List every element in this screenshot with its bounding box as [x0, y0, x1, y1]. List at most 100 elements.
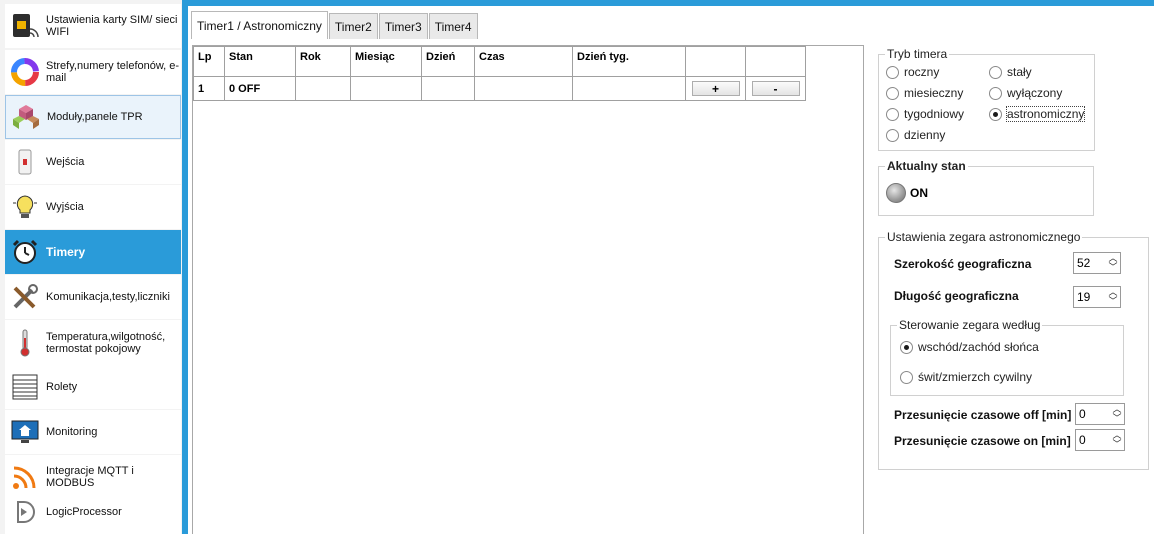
sidebar-item-label: Wejścia	[46, 156, 85, 168]
sidebar-item-monitoring[interactable]: Monitoring	[5, 410, 181, 454]
sidebar-item-logicprocessor[interactable]: LogicProcessor	[5, 490, 181, 534]
sidebar-item-label: Rolety	[46, 381, 78, 393]
radio-tygodniowy[interactable]: tygodniowy	[886, 107, 964, 121]
status-led-icon	[886, 183, 906, 203]
sidebar-item-temperature[interactable]: Temperatura,wilgotność, termostat pokojo…	[5, 320, 181, 366]
sidebar-item-label: Moduły,panele TPR	[47, 111, 143, 123]
latitude-label: Szerokość geograficzna	[894, 257, 1032, 271]
offset-off-spinner[interactable]: 0 ︿ ﹀	[1075, 403, 1125, 425]
longitude-value: 19	[1077, 290, 1091, 304]
tab-timer2[interactable]: Timer2	[328, 13, 378, 39]
remove-row-button[interactable]: -	[751, 81, 800, 96]
cell-stan[interactable]: 0 OFF	[224, 76, 296, 101]
cell-miesiac[interactable]	[350, 76, 422, 101]
spinner-arrows-icon[interactable]: ︿ ﹀	[1110, 430, 1124, 450]
radio-label: stały	[1007, 65, 1032, 79]
sidebar-item-label: Wyjścia	[46, 201, 84, 213]
state-value: ON	[910, 186, 928, 200]
timer-mode-group: Tryb timera roczny stały miesieczny wyłą…	[878, 47, 1095, 151]
alarm-clock-icon	[12, 239, 38, 264]
radio-astronomiczny[interactable]: astronomiczny	[989, 106, 1086, 122]
timer-tabs: Timer1 / Astronomiczny Timer2 Timer3 Tim…	[191, 11, 479, 39]
sidebar-item-blinds[interactable]: Rolety	[5, 365, 181, 409]
tools-icon	[13, 284, 38, 309]
tab-timer1[interactable]: Timer1 / Astronomiczny	[191, 11, 328, 39]
tab-timer3[interactable]: Timer3	[378, 13, 428, 39]
radio-dot	[989, 86, 1002, 100]
radio-dot	[900, 370, 913, 384]
offset-on-value: 0	[1079, 433, 1086, 447]
spinner-arrows-icon[interactable]: ︿ ﹀	[1106, 287, 1120, 307]
monitor-icon	[11, 420, 39, 443]
tab-timer4[interactable]: Timer4	[428, 13, 478, 39]
sidebar-item-inputs[interactable]: Wejścia	[5, 140, 181, 184]
sidebar-item-communication[interactable]: Komunikacja,testy,liczniki	[5, 275, 181, 319]
sidebar-item-label: Strefy,numery telefonów, e-mail	[46, 60, 180, 84]
sidebar-item-timers[interactable]: Timery	[5, 230, 181, 274]
cell-dzien-tyg[interactable]	[572, 76, 686, 101]
radio-label: świt/zmierzch cywilny	[918, 370, 1033, 384]
radio-roczny[interactable]: roczny	[886, 65, 939, 79]
sidebar-item-modules[interactable]: Moduły,panele TPR	[5, 95, 181, 139]
radio-dot	[886, 86, 899, 100]
table-header-row: Lp Stan Rok Miesiąc Dzień Czas Dzień tyg…	[193, 46, 806, 77]
radio-staly[interactable]: stały	[989, 65, 1032, 79]
radio-dot	[989, 107, 1002, 121]
longitude-label: Długość geograficzna	[894, 289, 1019, 303]
control-mode-title: Sterowanie zegara według	[897, 318, 1043, 332]
state-indicator: ON	[886, 183, 928, 203]
radio-wylaczony[interactable]: wyłączony	[989, 86, 1062, 100]
radio-civil-twilight[interactable]: świt/zmierzch cywilny	[900, 370, 1032, 384]
current-state-group: Aktualny stan ON	[878, 159, 1094, 216]
col-add	[685, 46, 746, 77]
radio-label: roczny	[904, 65, 940, 79]
radio-dzienny[interactable]: dzienny	[886, 128, 945, 142]
sidebar-item-zones[interactable]: Strefy,numery telefonów, e-mail	[5, 50, 181, 94]
sim-wifi-icon	[13, 14, 39, 38]
modules-icon	[13, 105, 39, 129]
sidebar-item-label: Temperatura,wilgotność, termostat pokojo…	[46, 331, 166, 355]
col-czas: Czas	[474, 46, 573, 77]
latitude-spinner[interactable]: 52 ︿ ﹀	[1073, 252, 1121, 274]
sidebar: Ustawienia karty SIM/ sieci WIFI Strefy,…	[0, 0, 182, 534]
latitude-value: 52	[1077, 256, 1091, 270]
cell-czas[interactable]	[474, 76, 573, 101]
radio-miesieczny[interactable]: miesieczny	[886, 86, 963, 100]
spinner-arrows-icon[interactable]: ︿ ﹀	[1110, 404, 1124, 424]
astro-settings-group: Ustawienia zegara astronomicznego Szerok…	[878, 230, 1149, 470]
col-lp: Lp	[193, 46, 225, 77]
radio-dot	[886, 107, 899, 121]
timer-table: Lp Stan Rok Miesiąc Dzień Czas Dzień tyg…	[193, 46, 806, 101]
col-dzien: Dzień	[421, 46, 475, 77]
input-sensor-icon	[18, 149, 32, 175]
cell-add: +	[685, 76, 746, 101]
radio-label: astronomiczny	[1005, 106, 1086, 122]
add-row-button[interactable]: +	[691, 81, 740, 96]
sidebar-item-label: Monitoring	[46, 426, 98, 438]
spinner-arrows-icon[interactable]: ︿ ﹀	[1106, 253, 1120, 273]
radio-label: wyłączony	[1007, 86, 1063, 100]
current-state-title: Aktualny stan	[885, 159, 968, 173]
radio-dot	[989, 65, 1002, 79]
offset-off-label: Przesunięcie czasowe off [min]	[894, 408, 1072, 422]
sidebar-item-outputs[interactable]: Wyjścia	[5, 185, 181, 229]
cell-rok[interactable]	[295, 76, 351, 101]
cell-remove: -	[745, 76, 806, 101]
lightbulb-icon	[13, 195, 37, 218]
col-stan: Stan	[224, 46, 296, 77]
zones-icon	[11, 58, 39, 86]
longitude-spinner[interactable]: 19 ︿ ﹀	[1073, 286, 1121, 308]
sidebar-item-label: Ustawienia karty SIM/ sieci WIFI	[46, 14, 178, 38]
timer-table-panel: Lp Stan Rok Miesiąc Dzień Czas Dzień tyg…	[192, 45, 864, 534]
radio-sunrise-sunset[interactable]: wschód/zachód słońca	[900, 340, 1039, 354]
radio-label: dzienny	[904, 128, 946, 142]
sidebar-item-label: Integracje MQTT i MODBUS	[46, 465, 134, 489]
cell-dzien[interactable]	[421, 76, 475, 101]
radio-label: miesieczny	[904, 86, 964, 100]
sidebar-item-sim-wifi[interactable]: Ustawienia karty SIM/ sieci WIFI	[5, 4, 181, 48]
offset-on-spinner[interactable]: 0 ︿ ﹀	[1075, 429, 1125, 451]
control-mode-group: Sterowanie zegara według wschód/zachód s…	[890, 318, 1124, 396]
sidebar-item-label: Timery	[46, 245, 86, 259]
rss-icon	[13, 466, 36, 489]
table-row[interactable]: 1 0 OFF + -	[193, 76, 806, 101]
